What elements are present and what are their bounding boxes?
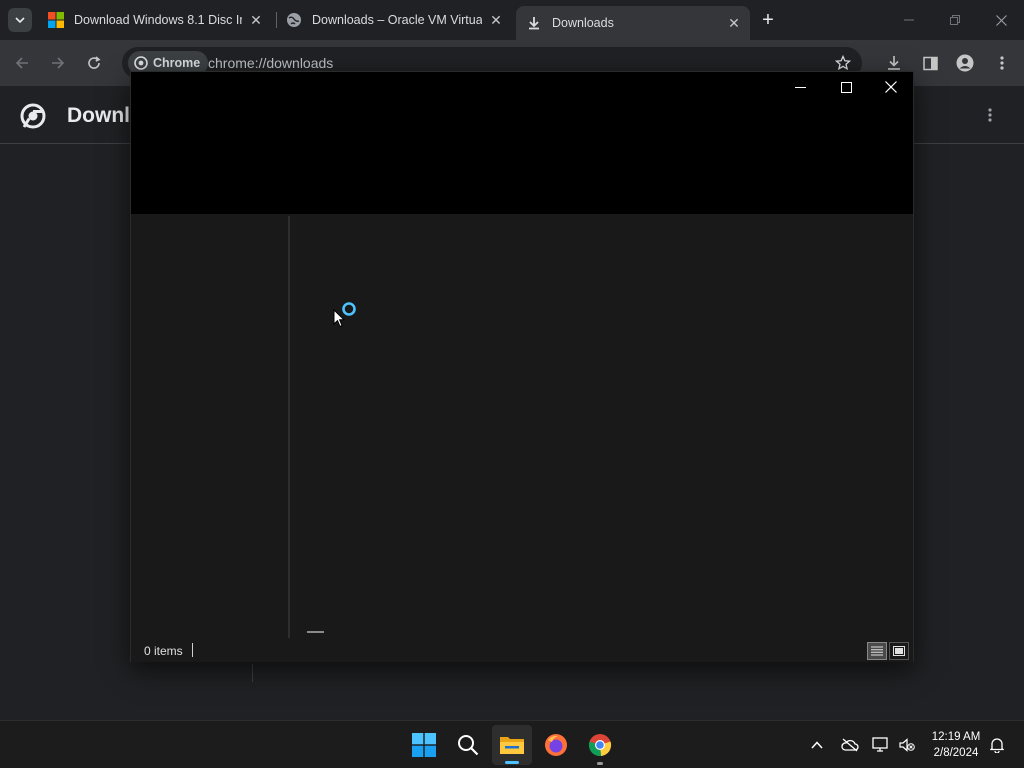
file-explorer-window: 0 items <box>130 71 914 662</box>
tab-strip: Download Windows 8.1 Disc Im ✕ Downloads… <box>0 0 1024 40</box>
tab-title: Downloads – Oracle VM Virtual <box>312 13 482 27</box>
firefox-taskbar-button[interactable] <box>536 725 576 765</box>
download-icon <box>888 56 900 70</box>
search-button[interactable] <box>448 725 488 765</box>
restore-button[interactable] <box>932 0 978 40</box>
downloads-menu-button[interactable] <box>982 106 998 124</box>
chrome-menu-button[interactable] <box>989 50 1015 76</box>
close-icon <box>995 14 1007 26</box>
chevron-down-icon <box>15 17 25 24</box>
arrow-right-icon <box>52 57 65 69</box>
forward-button[interactable] <box>45 50 71 76</box>
close-icon <box>885 81 897 93</box>
scroll-indicator[interactable] <box>307 631 324 633</box>
new-tab-button[interactable]: + <box>756 8 780 32</box>
details-view-icon <box>871 646 883 656</box>
page-divider <box>252 664 253 682</box>
active-app-indicator <box>505 761 519 764</box>
large-icons-view-button[interactable] <box>889 642 909 660</box>
more-vertical-icon <box>1000 56 1004 70</box>
volume-button[interactable] <box>895 733 919 757</box>
chevron-up-icon <box>811 741 823 749</box>
volume-muted-icon <box>899 738 915 752</box>
close-icon[interactable]: ✕ <box>248 12 264 29</box>
file-explorer-icon <box>500 737 524 754</box>
show-hidden-icons-button[interactable] <box>805 733 829 757</box>
close-window-button[interactable] <box>978 0 1024 40</box>
chip-label: Chrome <box>153 56 201 70</box>
explorer-maximize-button[interactable] <box>823 74 869 100</box>
firefox-icon <box>545 734 567 756</box>
plus-icon: + <box>762 8 774 31</box>
chrome-icon <box>588 734 612 757</box>
notifications-button[interactable] <box>985 733 1009 757</box>
star-icon <box>835 55 851 71</box>
start-button[interactable] <box>404 725 444 765</box>
url-text[interactable]: chrome://downloads <box>208 55 333 71</box>
close-icon[interactable]: ✕ <box>726 15 742 32</box>
item-count: 0 items <box>144 644 183 658</box>
tab-downloads[interactable]: Downloads ✕ <box>516 6 750 40</box>
network-icon <box>872 737 888 752</box>
navigation-pane[interactable] <box>131 214 289 638</box>
start-icon <box>412 733 436 757</box>
reload-button[interactable] <box>81 50 107 76</box>
taskbar: 12:19 AM 2/8/2024 <box>0 720 1024 768</box>
details-view-button[interactable] <box>867 642 887 660</box>
restore-icon <box>950 15 960 25</box>
explorer-close-button[interactable] <box>868 74 914 100</box>
side-panel-icon <box>922 56 938 70</box>
system-clock[interactable]: 12:19 AM 2/8/2024 <box>924 729 988 761</box>
chrome-taskbar-button[interactable] <box>580 725 620 765</box>
tab-title: Download Windows 8.1 Disc Im <box>74 13 242 27</box>
minimize-icon <box>794 86 806 88</box>
explorer-titlebar[interactable] <box>131 72 913 214</box>
tab-oracle-downloads[interactable]: Downloads – Oracle VM Virtual ✕ <box>280 6 510 34</box>
back-button[interactable] <box>9 50 35 76</box>
running-app-indicator <box>597 762 603 765</box>
more-vertical-icon <box>988 108 992 122</box>
bell-icon <box>990 738 1004 753</box>
file-explorer-taskbar-button[interactable] <box>492 725 532 765</box>
file-list-area[interactable] <box>290 214 913 638</box>
chrome-logo-icon <box>134 56 148 70</box>
chrome-logo-icon <box>20 103 46 129</box>
clock-date: 2/8/2024 <box>933 747 979 759</box>
tab-windows-download[interactable]: Download Windows 8.1 Disc Im ✕ <box>40 6 270 34</box>
status-divider <box>192 643 193 657</box>
reload-icon <box>88 56 101 69</box>
arrow-left-icon <box>15 57 28 69</box>
status-bar: 0 items <box>131 638 913 662</box>
windows-logo-icon <box>48 12 64 28</box>
onedrive-button[interactable] <box>838 733 862 757</box>
network-button[interactable] <box>869 733 893 757</box>
side-panel-button[interactable] <box>917 50 943 76</box>
explorer-minimize-button[interactable] <box>777 74 823 100</box>
search-icon <box>458 735 479 756</box>
clock-time: 12:19 AM <box>931 731 981 743</box>
tab-divider <box>276 12 277 28</box>
large-icons-view-icon <box>893 646 905 656</box>
tab-title: Downloads <box>552 16 614 30</box>
minimize-button[interactable] <box>886 0 932 40</box>
minimize-icon <box>904 19 914 21</box>
globe-icon <box>287 13 301 27</box>
maximize-icon <box>840 81 852 93</box>
cloud-off-icon <box>841 738 859 752</box>
close-icon[interactable]: ✕ <box>488 12 504 29</box>
profile-button[interactable] <box>952 50 978 76</box>
mouse-cursor-icon <box>333 309 345 328</box>
tab-search-button[interactable] <box>8 8 32 32</box>
avatar-icon <box>956 54 974 72</box>
download-icon <box>529 17 539 30</box>
